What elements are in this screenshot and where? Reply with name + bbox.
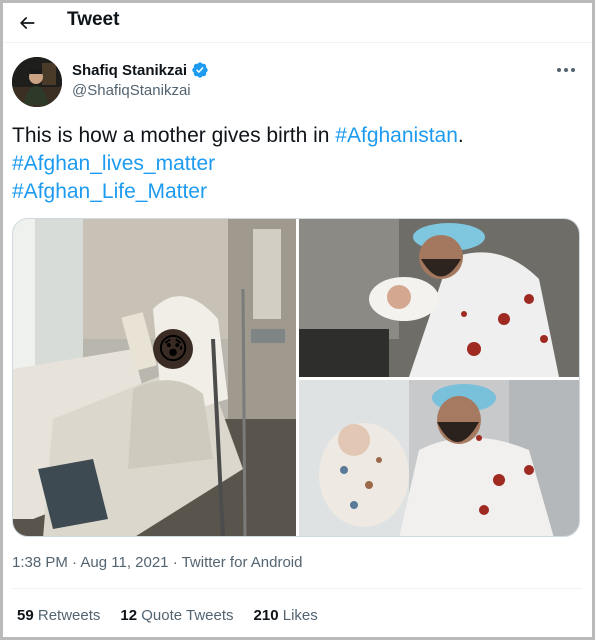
more-options-button[interactable] [551,61,581,79]
media-grid: 😰 [12,218,580,537]
tweet-frame: Tweet Shafiq Stanikzai @ShafiqStanikzai … [0,0,595,640]
quote-tweets-count: 12 [120,607,138,624]
avatar[interactable] [12,57,62,107]
media-photo-1[interactable]: 😰 [13,219,296,536]
divider [12,588,582,589]
tweet-line-3: #Afghan_Life_Matter [12,178,572,206]
meta-separator: · [67,554,81,571]
tweet-text: This is how a mother gives birth in #Afg… [12,122,572,206]
verified-badge-icon [192,62,208,78]
tweet-source[interactable]: Twitter for Android [182,554,303,571]
page-title: Tweet [67,9,120,30]
author-name-row: Shafiq Stanikzai [72,61,209,79]
tweet-text-suffix: . [457,124,464,147]
likes-stat[interactable]: 210 Likes [254,607,318,624]
hashtag-link[interactable]: #Afghan_Life_Matter [12,180,207,203]
retweets-stat[interactable]: 59 Retweets [17,607,100,624]
retweets-label: Retweets [33,607,101,624]
meta-separator: · [168,554,182,571]
tweet-line-2: #Afghan_lives_matter [12,150,572,178]
tweet-time[interactable]: 1:38 PM [12,554,68,571]
more-dot-icon [557,68,561,72]
tweet-text-segment: This is how a mother gives birth in [12,124,336,147]
tweet-line-1: This is how a mother gives birth in #Afg… [12,122,572,150]
quote-tweets-stat[interactable]: 12 Quote Tweets [120,607,233,624]
arrow-left-icon [20,17,35,29]
author-handle: @ShafiqStanikzai [72,82,191,99]
author-name[interactable]: Shafiq Stanikzai [72,62,187,79]
tweet-date[interactable]: Aug 11, 2021 [80,554,168,571]
media-photo-2[interactable] [299,219,579,377]
likes-label: Likes [278,607,318,624]
tweet-header: Tweet [3,3,592,43]
more-dot-icon [571,68,575,72]
back-button[interactable] [14,10,40,36]
tweet-meta: 1:38 PM · Aug 11, 2021 · Twitter for And… [12,554,302,571]
tweet-stats: 59 Retweets 12 Quote Tweets 210 Likes [17,607,318,624]
media-photo-3[interactable] [299,380,579,536]
hashtag-link[interactable]: #Afghan_lives_matter [12,152,215,175]
likes-count: 210 [253,607,279,624]
retweets-count: 59 [17,607,34,624]
hashtag-link[interactable]: #Afghanistan [335,124,458,147]
more-dot-icon [564,68,568,72]
quote-tweets-label: Quote Tweets [137,607,234,624]
crying-face-emoji: 😰 [157,333,188,366]
